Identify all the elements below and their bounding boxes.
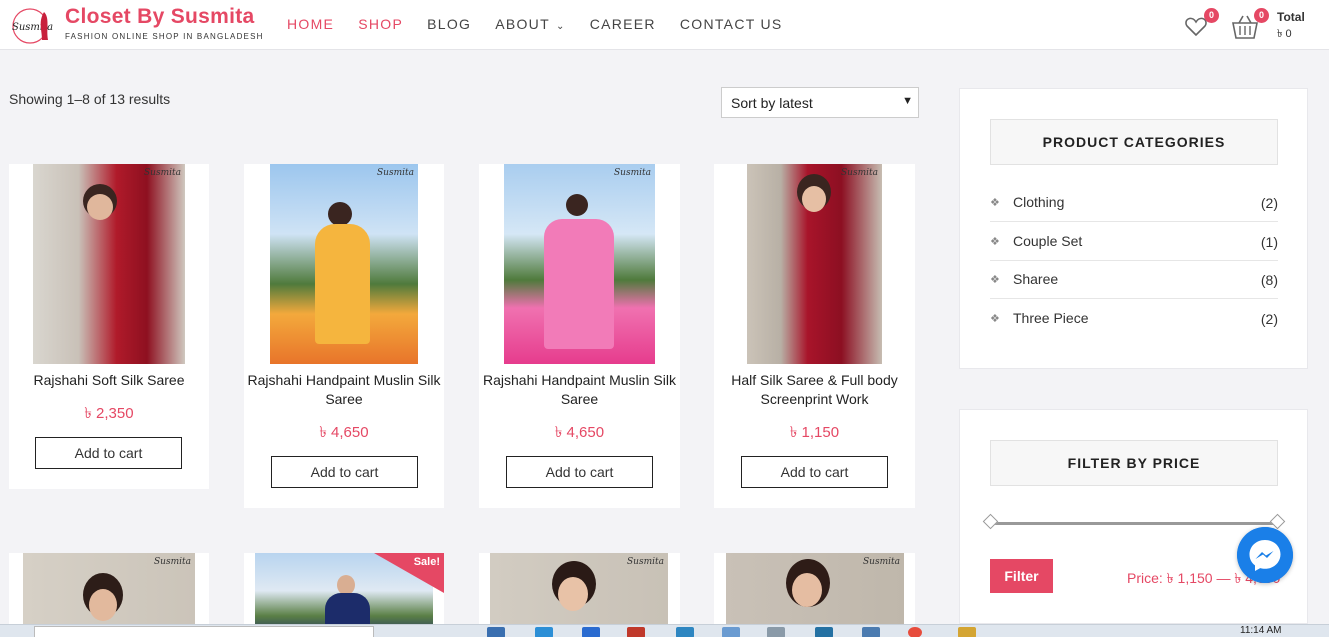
sale-badge-label: Sale! <box>413 556 440 568</box>
result-count: Showing 1–8 of 13 results <box>9 91 171 107</box>
slider-min-handle[interactable] <box>982 513 999 530</box>
product-watermark: Susmita <box>144 168 181 178</box>
app-icon[interactable] <box>958 627 976 637</box>
product-watermark: Susmita <box>627 557 664 567</box>
os-taskbar: 11:14 AM <box>0 624 1329 637</box>
product-image[interactable]: Susmita <box>270 164 418 364</box>
filter-title: FILTER BY PRICE <box>990 440 1278 486</box>
cart-total-value: ৳ 0 <box>1277 28 1292 40</box>
diamond-bullet-icon: ❖ <box>990 236 1000 248</box>
app-icon[interactable] <box>582 627 600 637</box>
sort-select[interactable]: Sort by latest ▼ <box>721 87 919 118</box>
site-tagline: FASHION ONLINE SHOP IN BANGLADESH <box>65 32 264 41</box>
price-slider[interactable] <box>982 513 1286 530</box>
product-card[interactable]: Susmita Rajshahi Soft Silk Saree ৳ 2,350… <box>9 164 209 489</box>
sale-badge: Sale! <box>374 553 444 593</box>
product-image[interactable]: Susmita <box>747 164 882 364</box>
taskbar-search[interactable] <box>34 626 374 637</box>
product-image[interactable]: Susmita <box>504 164 655 364</box>
category-name[interactable]: Clothing <box>1013 194 1064 210</box>
nav-blog[interactable]: BLOG <box>427 16 471 32</box>
chevron-down-icon: ⌄ <box>551 21 566 32</box>
cart-total-label: Total <box>1277 10 1305 24</box>
category-name[interactable]: Three Piece <box>1013 310 1088 326</box>
product-watermark: Susmita <box>841 168 878 178</box>
nav-home[interactable]: HOME <box>287 16 334 32</box>
product-watermark: Susmita <box>377 168 414 178</box>
cart-count-badge: 0 <box>1254 8 1269 23</box>
category-name[interactable]: Couple Set <box>1013 233 1082 249</box>
product-price: ৳ 4,650 <box>319 424 369 441</box>
category-count: (2) <box>1260 311 1278 327</box>
product-card[interactable]: Susmita Rajshahi Handpaint Muslin Silk S… <box>479 164 680 508</box>
category-count: (1) <box>1260 234 1278 250</box>
add-to-cart-button[interactable]: Add to cart <box>271 456 418 488</box>
taskbar-clock[interactable]: 11:14 AM <box>1240 625 1282 636</box>
add-to-cart-button[interactable]: Add to cart <box>506 456 653 488</box>
category-count: (8) <box>1260 272 1278 288</box>
product-name[interactable]: Rajshahi Soft Silk Saree <box>9 371 209 390</box>
product-watermark: Susmita <box>863 557 900 567</box>
app-icon[interactable] <box>908 627 922 637</box>
product-price: ৳ 1,150 <box>789 424 840 441</box>
app-icon[interactable] <box>535 627 553 637</box>
filter-button[interactable]: Filter <box>990 559 1053 593</box>
app-icon[interactable] <box>767 627 785 637</box>
app-icon[interactable] <box>862 627 880 637</box>
product-card[interactable]: Susmita Half Silk Saree & Full body Scre… <box>714 164 915 508</box>
product-name[interactable]: Half Silk Saree & Full body Screenprint … <box>714 371 915 409</box>
nav-about-label: ABOUT <box>495 16 550 32</box>
site-header: Susmita Closet By Susmita FASHION ONLINE… <box>0 0 1329 50</box>
app-icon[interactable] <box>676 627 694 637</box>
brand-logo-icon[interactable]: Susmita <box>8 6 58 46</box>
price-filter-widget: FILTER BY PRICE Filter Price: ৳ 1,150 — … <box>959 409 1308 624</box>
app-icon[interactable] <box>722 627 740 637</box>
product-watermark: Susmita <box>614 168 651 178</box>
chevron-down-icon: ▼ <box>902 95 913 107</box>
app-icon[interactable] <box>487 627 505 637</box>
nav-career[interactable]: CAREER <box>590 16 656 32</box>
app-icon[interactable] <box>627 627 645 637</box>
add-to-cart-button[interactable]: Add to cart <box>35 437 182 469</box>
site-title[interactable]: Closet By Susmita <box>65 5 255 29</box>
product-card[interactable]: Susmita Rajshahi Handpaint Muslin Silk S… <box>244 164 444 508</box>
nav-contact[interactable]: CONTACT US <box>680 16 783 32</box>
product-watermark: Susmita <box>154 557 191 567</box>
product-price: ৳ 4,650 <box>554 424 605 441</box>
app-icon[interactable] <box>815 627 833 637</box>
category-item[interactable]: ❖ Sharee (8) <box>990 261 1278 299</box>
product-categories-widget: PRODUCT CATEGORIES ❖ Clothing (2) ❖ Coup… <box>959 88 1308 369</box>
sort-selected-value: Sort by latest <box>731 95 813 111</box>
diamond-bullet-icon: ❖ <box>990 274 1000 286</box>
diamond-bullet-icon: ❖ <box>990 313 1000 325</box>
category-item[interactable]: ❖ Couple Set (1) <box>990 223 1278 261</box>
add-to-cart-button[interactable]: Add to cart <box>741 456 888 488</box>
product-name[interactable]: Rajshahi Handpaint Muslin Silk Saree <box>479 371 680 409</box>
nav-shop[interactable]: SHOP <box>358 16 403 32</box>
product-image[interactable]: Susmita <box>33 164 185 364</box>
category-item[interactable]: ❖ Three Piece (2) <box>990 300 1278 338</box>
nav-about[interactable]: ABOUT ⌄ <box>495 16 566 32</box>
wishlist-count-badge: 0 <box>1204 8 1219 23</box>
main-nav: HOME SHOP BLOG ABOUT ⌄ CAREER CONTACT US <box>287 16 807 32</box>
category-count: (2) <box>1260 195 1278 211</box>
category-item[interactable]: ❖ Clothing (2) <box>990 184 1278 222</box>
product-price: ৳ 2,350 <box>84 405 134 422</box>
category-name[interactable]: Sharee <box>1013 271 1058 287</box>
product-name[interactable]: Rajshahi Handpaint Muslin Silk Saree <box>244 371 444 409</box>
messenger-chat-icon[interactable] <box>1237 527 1293 583</box>
categories-title: PRODUCT CATEGORIES <box>990 119 1278 165</box>
diamond-bullet-icon: ❖ <box>990 197 1000 209</box>
